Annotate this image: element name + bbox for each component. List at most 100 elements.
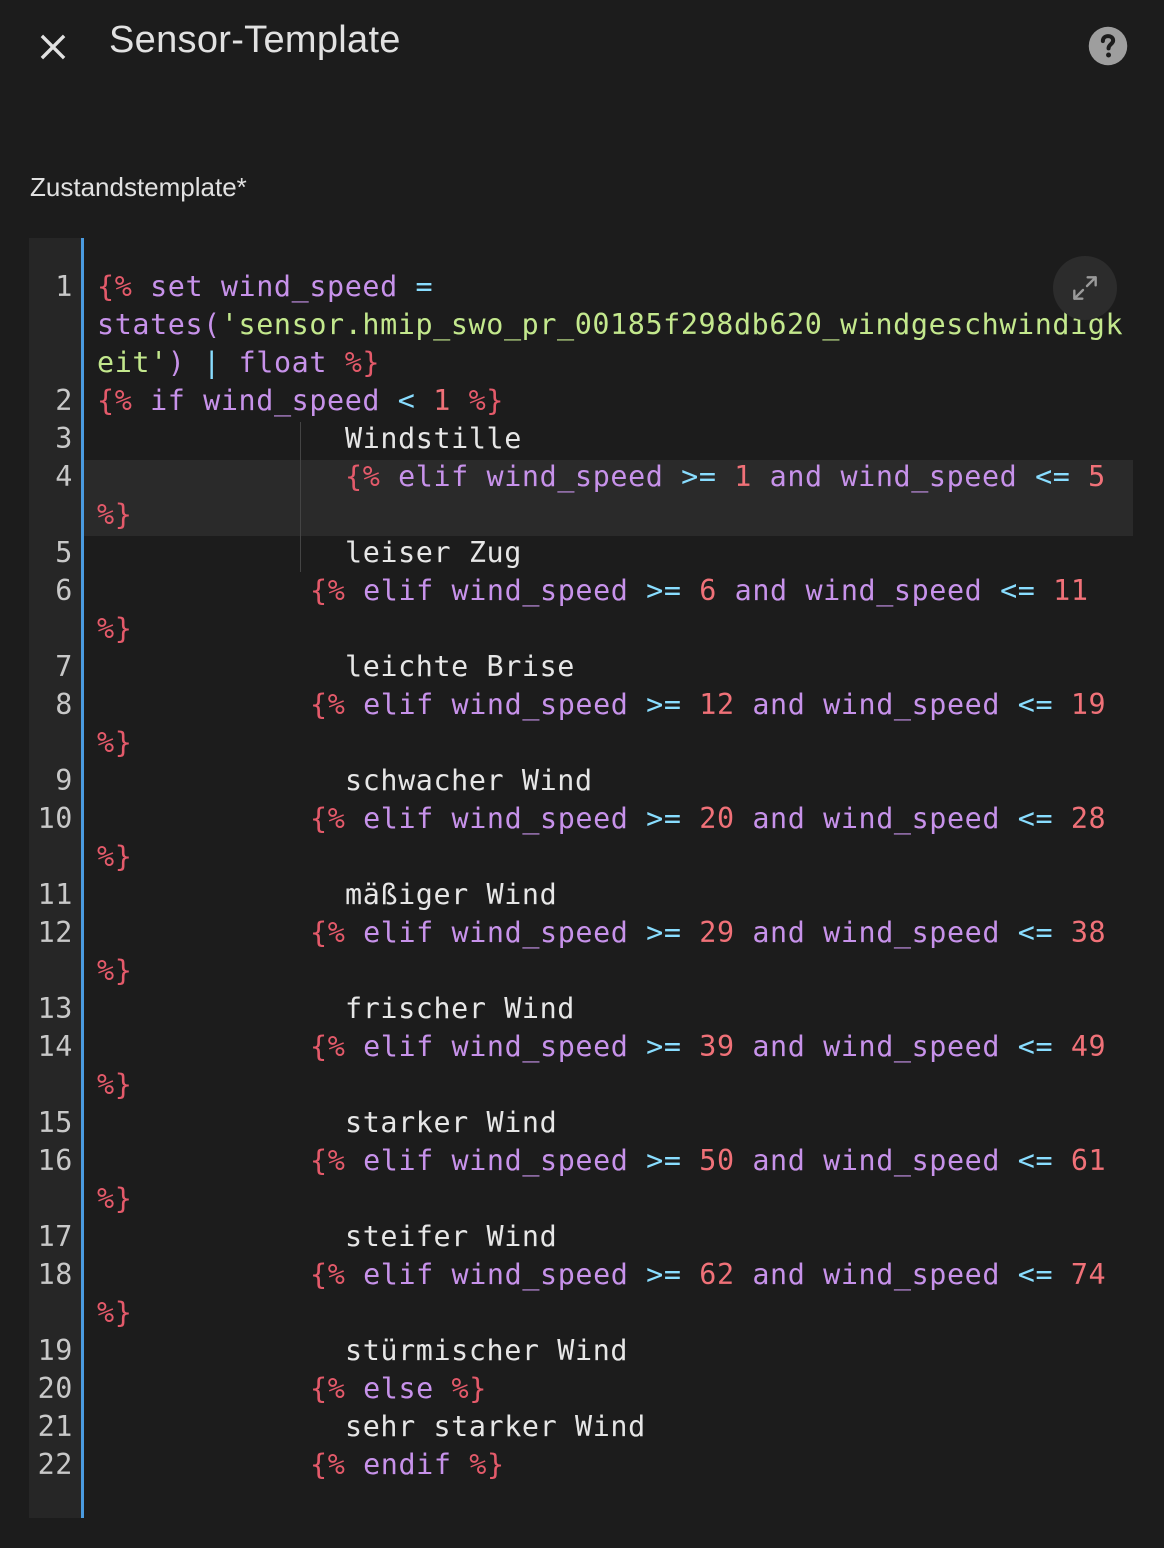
code-token: wind_speed xyxy=(823,916,1001,949)
code-token: wind_speed xyxy=(451,688,629,721)
code-token: wind_speed xyxy=(220,270,398,303)
line-number: 12 xyxy=(37,916,73,949)
code-token: < xyxy=(380,384,434,417)
code-token: 5 xyxy=(1088,460,1106,493)
code-token: else xyxy=(345,1372,452,1405)
template-output-text: frischer Wind xyxy=(345,992,576,1025)
code-token: = xyxy=(397,270,434,303)
code-token: 28 xyxy=(1070,802,1107,835)
code-token: float xyxy=(238,346,328,379)
help-button[interactable] xyxy=(1084,22,1132,70)
code-token: %} xyxy=(97,498,133,531)
code-token: set xyxy=(132,270,221,303)
close-button[interactable] xyxy=(28,22,78,72)
line-number: 20 xyxy=(37,1372,73,1405)
line-number: 18 xyxy=(37,1258,73,1291)
code-token: 39 xyxy=(699,1030,735,1063)
template-output-text: leichte Brise xyxy=(345,650,576,683)
code-token: 29 xyxy=(699,916,735,949)
template-output-text: starker Wind xyxy=(345,1106,558,1139)
code-token: %} xyxy=(450,384,504,417)
code-token: wind_speed xyxy=(203,384,381,417)
code-token: {% xyxy=(310,1448,346,1481)
code-token: endif xyxy=(345,1448,470,1481)
code-token: and xyxy=(751,460,841,493)
code-text: leichte Brise xyxy=(345,648,575,686)
code-text: {% elif wind_speed >= 6 and wind_speed <… xyxy=(310,572,1089,610)
template-output-text: stürmischer Wind xyxy=(345,1334,629,1367)
code-token: and xyxy=(734,1030,824,1063)
code-token: elif xyxy=(345,1144,452,1177)
fullscreen-expand-icon xyxy=(1073,276,1097,300)
code-text: %} xyxy=(97,610,132,648)
code-token: and xyxy=(734,802,824,835)
line-number: 14 xyxy=(37,1030,73,1063)
code-token: elif xyxy=(345,802,452,835)
code-token: %} xyxy=(97,954,133,987)
code-token: wind_speed xyxy=(823,802,1001,835)
code-token: wind_speed xyxy=(486,460,664,493)
line-number: 11 xyxy=(37,878,73,911)
code-token: | xyxy=(185,346,239,379)
code-text: {% elif wind_speed >= 39 and wind_speed … xyxy=(310,1028,1106,1066)
code-token: %} xyxy=(97,1296,133,1329)
line-number: 4 xyxy=(55,460,73,493)
dialog-title: Sensor-Template xyxy=(109,19,401,61)
code-text: %} xyxy=(97,1180,132,1218)
indent-guide xyxy=(300,422,301,572)
code-token: %} xyxy=(451,1372,487,1405)
code-editor[interactable]: 1 {% set wind_speed = states('sensor.hmip_… xyxy=(29,238,1133,1518)
template-output-text: sehr starker Wind xyxy=(345,1410,646,1443)
code-token: 19 xyxy=(1070,688,1107,721)
line-number: 9 xyxy=(55,764,73,797)
code-token: {% xyxy=(310,916,346,949)
code-token: wind_speed xyxy=(823,1258,1001,1291)
code-text: %} xyxy=(97,1066,132,1104)
code-text: {% elif wind_speed >= 20 and wind_speed … xyxy=(310,800,1106,838)
code-token: and xyxy=(716,574,806,607)
code-token: >= xyxy=(628,1030,700,1063)
code-token: wind_speed xyxy=(451,1030,629,1063)
code-token: 'sensor.hmip_swo_pr_00185f298db620_windg… xyxy=(220,308,1124,341)
code-text: {% elif wind_speed >= 1 and wind_speed <… xyxy=(345,458,1106,496)
code-text: starker Wind xyxy=(345,1104,557,1142)
code-text: {% set wind_speed = xyxy=(97,268,433,306)
code-text: %} xyxy=(97,952,132,990)
template-output-text: leiser Zug xyxy=(345,536,522,569)
code-token: %} xyxy=(97,1182,133,1215)
code-token: {% xyxy=(310,688,346,721)
line-number: 7 xyxy=(55,650,73,683)
code-token: {% xyxy=(310,802,346,835)
code-token: wind_speed xyxy=(805,574,983,607)
code-token: %} xyxy=(327,346,381,379)
code-token: {% xyxy=(310,1258,346,1291)
code-token: wind_speed xyxy=(451,802,629,835)
code-text: {% elif wind_speed >= 62 and wind_speed … xyxy=(310,1256,1106,1294)
expand-editor-button[interactable] xyxy=(1053,256,1117,320)
code-token: and xyxy=(734,1144,824,1177)
code-token: <= xyxy=(1000,1258,1071,1291)
code-token: {% xyxy=(97,384,133,417)
code-token: %} xyxy=(97,1068,133,1101)
template-output-text: steifer Wind xyxy=(345,1220,558,1253)
code-text: Windstille xyxy=(345,420,522,458)
code-text: {% elif wind_speed >= 29 and wind_speed … xyxy=(310,914,1106,952)
code-token: elif xyxy=(345,574,452,607)
code-text: %} xyxy=(97,496,132,534)
line-number: 2 xyxy=(55,384,73,417)
code-token: elif xyxy=(345,688,452,721)
code-text: {% endif %} xyxy=(310,1446,505,1484)
code-token: >= xyxy=(628,802,700,835)
code-text: mäßiger Wind xyxy=(345,876,557,914)
template-output-text: schwacher Wind xyxy=(345,764,593,797)
code-token: >= xyxy=(663,460,735,493)
line-number: 15 xyxy=(37,1106,73,1139)
code-token: 11 xyxy=(1053,574,1089,607)
code-text: steifer Wind xyxy=(345,1218,557,1256)
code-token: 20 xyxy=(699,802,735,835)
code-token: elif xyxy=(380,460,487,493)
line-number: 6 xyxy=(55,574,73,607)
code-token: >= xyxy=(628,688,700,721)
code-text: frischer Wind xyxy=(345,990,575,1028)
code-token: <= xyxy=(1000,688,1071,721)
